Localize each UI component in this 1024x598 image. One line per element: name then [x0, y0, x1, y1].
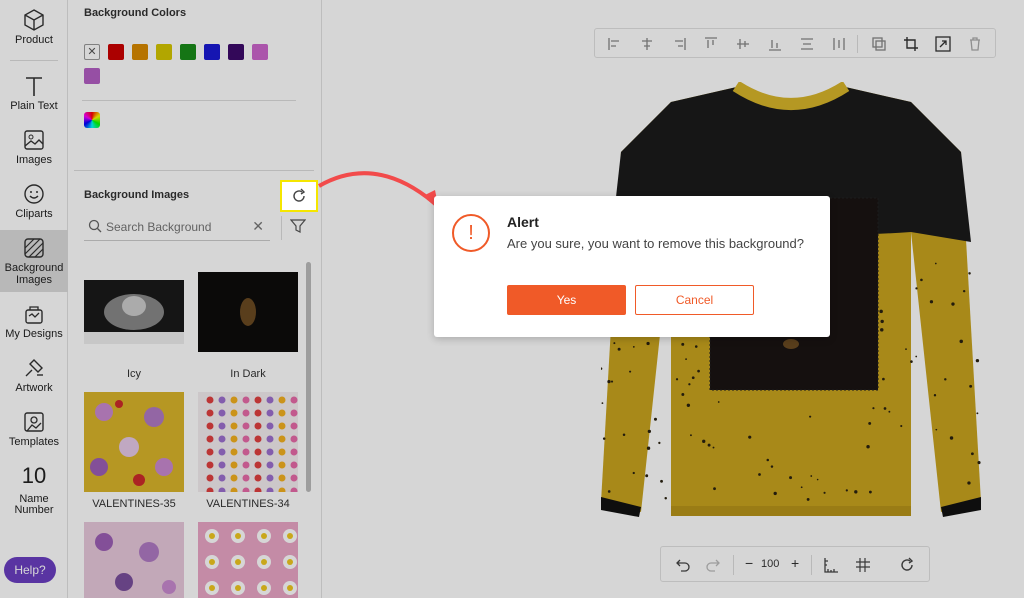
refresh-icon [293, 188, 306, 202]
dialog-message: Are you sure, you want to remove this ba… [507, 236, 804, 251]
alert-icon: ! [452, 214, 490, 252]
cancel-button[interactable]: Cancel [635, 285, 754, 315]
yes-button[interactable]: Yes [507, 285, 626, 315]
refresh-highlight[interactable] [280, 180, 318, 212]
annotation-arrow [318, 171, 439, 210]
dialog-title: Alert [507, 214, 539, 230]
alert-dialog: ! Alert Are you sure, you want to remove… [434, 196, 830, 337]
